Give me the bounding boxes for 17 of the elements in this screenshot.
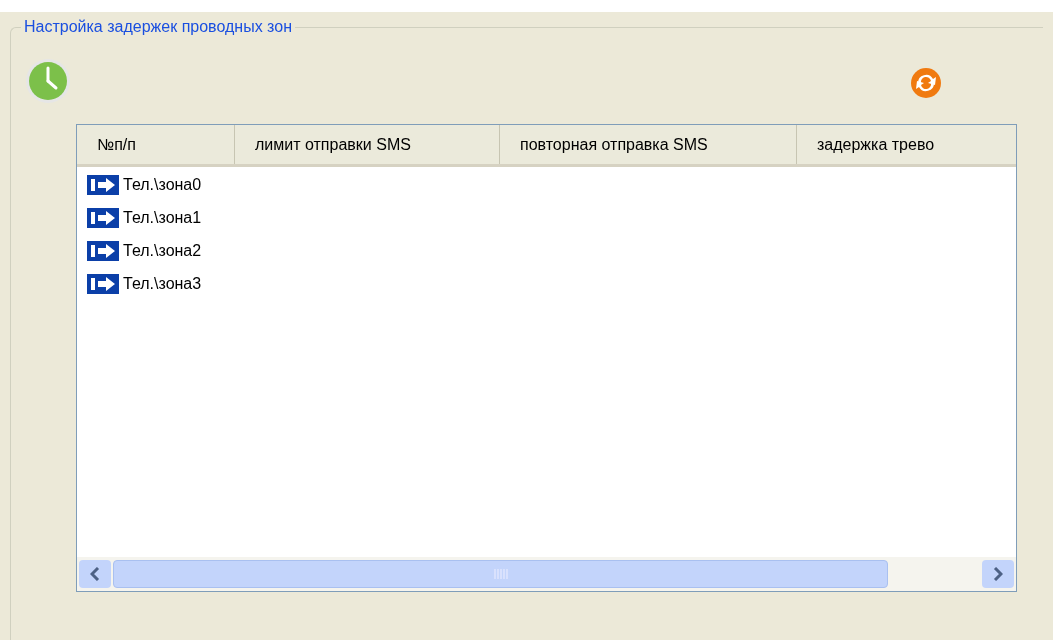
scroll-left-button[interactable] xyxy=(79,560,111,588)
group-title: Настройка задержек проводных зон xyxy=(21,17,295,37)
horizontal-scrollbar[interactable] xyxy=(77,557,1016,591)
clock-icon[interactable] xyxy=(25,58,71,104)
table-cell-text: Тел.\зона1 xyxy=(123,207,202,228)
table-cell-text: Тел.\зона2 xyxy=(123,240,202,261)
column-header[interactable]: лимит отправки SMS xyxy=(235,125,500,164)
right-chevron-icon xyxy=(993,567,1003,581)
scroll-right-button[interactable] xyxy=(982,560,1014,588)
table-cell-text: Тел.\зона0 xyxy=(123,174,202,195)
scroll-thumb[interactable] xyxy=(113,560,888,588)
left-chevron-icon xyxy=(90,567,100,581)
column-header[interactable]: №п/п xyxy=(77,125,235,164)
table-cell-text: Тел.\зона3 xyxy=(123,273,202,294)
column-header[interactable]: повторная отправка SMS xyxy=(500,125,797,164)
refresh-icon[interactable] xyxy=(909,66,943,100)
column-header[interactable]: задержка трево xyxy=(797,125,1016,164)
